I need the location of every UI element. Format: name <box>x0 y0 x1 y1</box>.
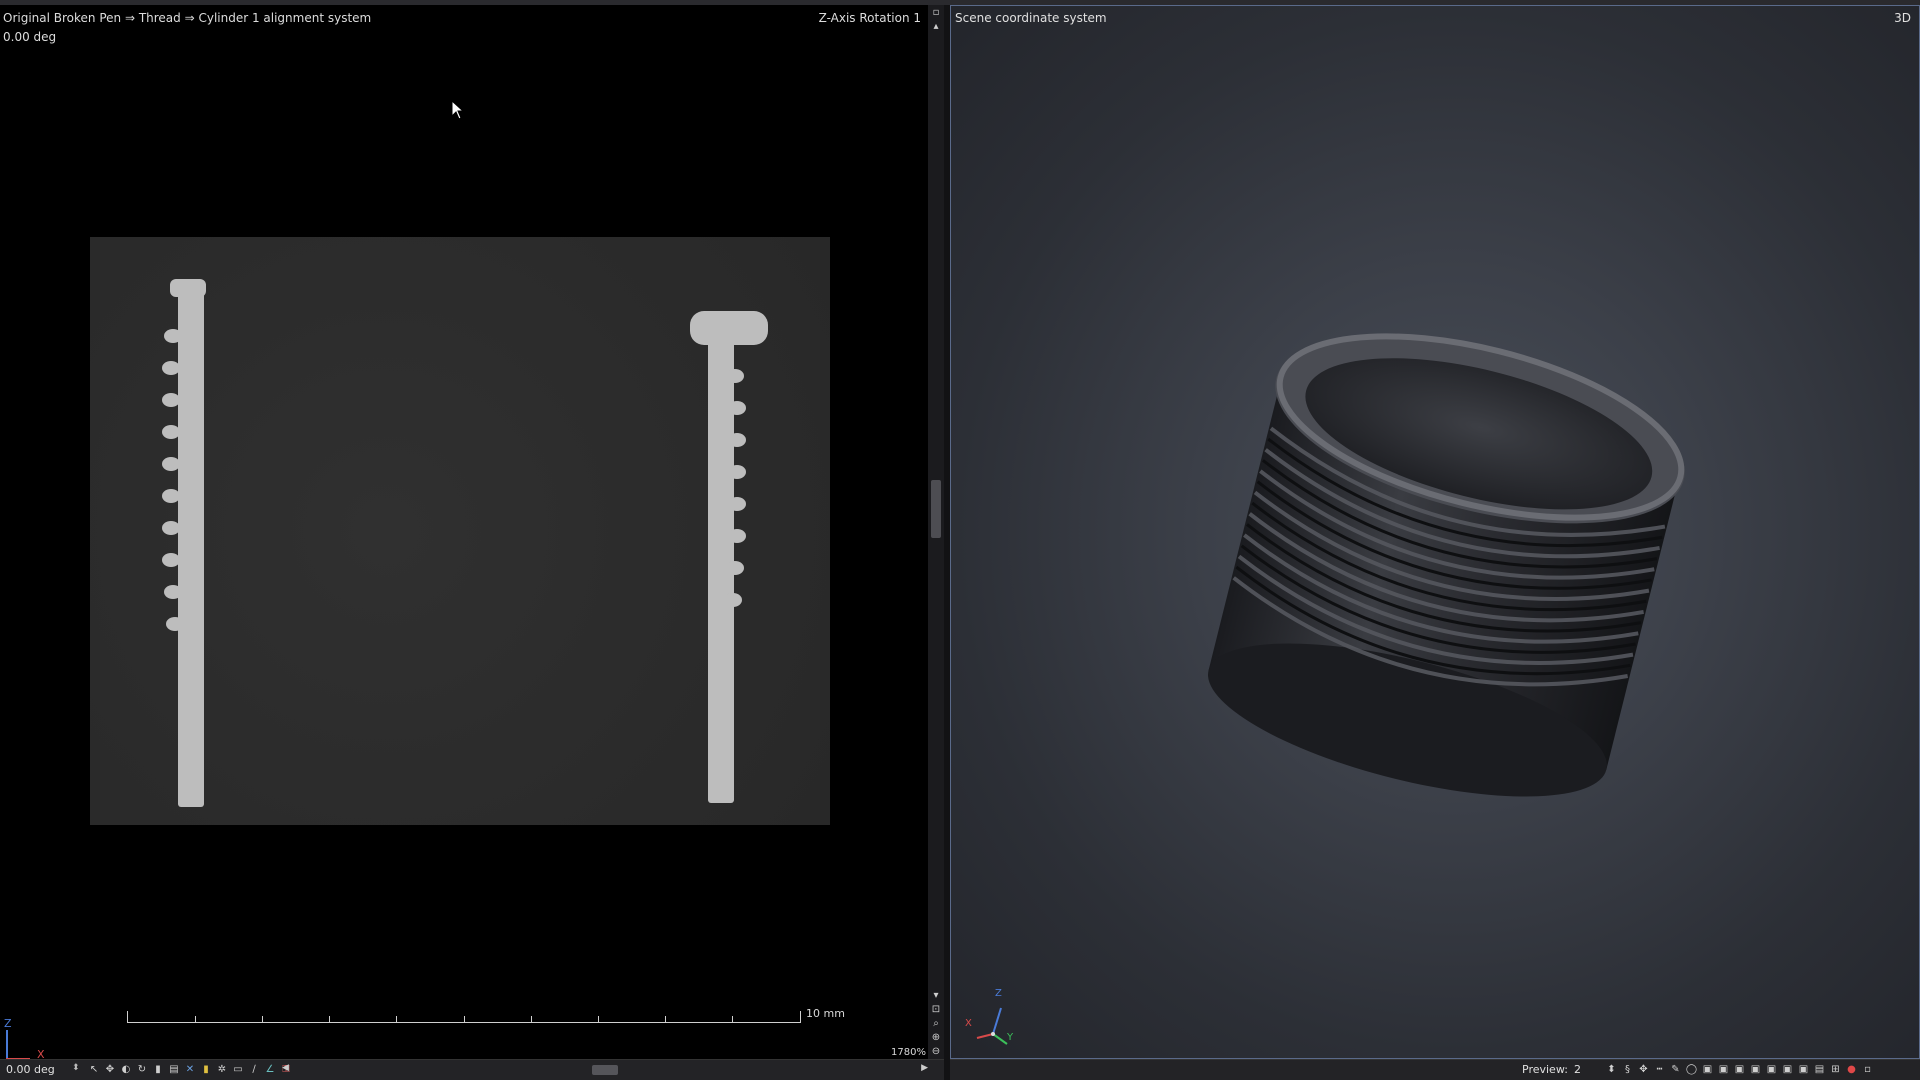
zoom-in-icon[interactable]: ⊕ <box>931 1033 941 1043</box>
axis-triad-y-label: Y <box>1007 1032 1014 1043</box>
left-wall-cap <box>170 279 206 297</box>
cube-bottom-icon[interactable]: ▣ <box>1781 1063 1794 1076</box>
right-thread-tooth <box>728 433 746 447</box>
zoom-icon[interactable]: ⌕ <box>931 1019 941 1029</box>
scene-tool-icons: ⬍ § ✥ ┅ ✎ ◯ ▣ ▣ ▣ ▣ ▣ ▣ ▣ ▤ ⊞ ● ▫ <box>1605 1063 1874 1076</box>
cube-top-icon[interactable]: ▣ <box>1765 1063 1778 1076</box>
select-icon[interactable]: ▮ <box>200 1063 212 1076</box>
right-thread-tooth <box>728 497 746 511</box>
left-wall-profile <box>178 285 204 807</box>
left-thread-tooth <box>162 521 180 535</box>
axis-triad-x-label: X <box>965 1018 972 1029</box>
rotate-icon[interactable]: ↻ <box>136 1063 148 1076</box>
angle-input[interactable]: 0.00 deg <box>6 1063 55 1076</box>
vertical-scroll-thumb[interactable] <box>931 480 941 538</box>
pointer-icon[interactable]: ↖ <box>88 1063 100 1076</box>
threaded-part-render[interactable] <box>951 6 1920 1060</box>
cube-front-icon[interactable]: ▣ <box>1701 1063 1714 1076</box>
line-icon[interactable]: ∕ <box>248 1063 260 1076</box>
ct-slice-image[interactable] <box>90 237 830 825</box>
axis-triad <box>976 1007 1008 1045</box>
grid-icon[interactable]: ⊞ <box>1829 1063 1842 1076</box>
slice-horizontal-scrollbar[interactable]: ◀ ▶ <box>282 1063 928 1077</box>
left-thread-tooth <box>162 553 180 567</box>
sphere-icon[interactable]: ◯ <box>1685 1063 1698 1076</box>
cube-back-icon[interactable]: ▣ <box>1717 1063 1730 1076</box>
cube-left-icon[interactable]: ▣ <box>1733 1063 1746 1076</box>
pan-icon[interactable]: ✥ <box>1637 1063 1650 1076</box>
pan-icon[interactable]: ✥ <box>104 1063 116 1076</box>
right-thread-tooth <box>724 593 742 607</box>
left-thread-tooth <box>164 329 182 343</box>
cube-right-icon[interactable]: ▣ <box>1749 1063 1762 1076</box>
maximize-icon[interactable]: ▫ <box>931 8 941 18</box>
right-thread-tooth <box>728 401 746 415</box>
layout-icon[interactable]: ▤ <box>1813 1063 1826 1076</box>
window-icon[interactable]: ▮ <box>152 1063 164 1076</box>
slice-view-pane[interactable]: Original Broken Pen ⇒ Thread ⇒ Cylinder … <box>0 5 926 1061</box>
scroll-up-icon[interactable]: ▴ <box>931 22 941 32</box>
right-wall-profile <box>708 315 734 803</box>
scroll-left-icon[interactable]: ◀ <box>282 1063 289 1073</box>
color-icon[interactable]: ✕ <box>184 1063 196 1076</box>
left-thread-tooth <box>162 393 180 407</box>
contrast-icon[interactable]: ◐ <box>120 1063 132 1076</box>
left-thread-tooth <box>164 585 182 599</box>
scroll-down-icon[interactable]: ▾ <box>931 991 941 1001</box>
angle-spinner-icon[interactable]: ⬍ <box>72 1063 80 1073</box>
axis-triad-z-label: Z <box>995 988 1002 999</box>
slice-view-label: Z-Axis Rotation 1 <box>818 11 921 25</box>
right-thread-tooth <box>728 465 746 479</box>
left-thread-tooth <box>162 425 180 439</box>
zoom-level: 1780% <box>891 1047 926 1058</box>
cube-iso-icon[interactable]: ▣ <box>1797 1063 1810 1076</box>
scene-toolbar: Preview: 2 ⬍ § ✥ ┅ ✎ ◯ ▣ ▣ ▣ ▣ ▣ ▣ ▣ ▤ ⊞… <box>950 1059 1920 1080</box>
record-icon[interactable]: ● <box>1845 1063 1858 1076</box>
settings-icon[interactable]: ✲ <box>216 1063 228 1076</box>
fit-view-icon[interactable]: ⊡ <box>931 1005 941 1015</box>
right-wall-cap <box>690 311 768 345</box>
slice-toolbar: 0.00 deg ⬍ ↖ ✥ ◐ ↻ ▮ ▤ ✕ ▮ ✲ ▭ ∕ ∠ ⚿ ◀ ▶ <box>0 1059 944 1080</box>
scale-bar <box>127 1011 801 1023</box>
slice-vertical-scrollbar[interactable]: ▫ ▴ ▾ ⊡ ⌕ ⊕ ⊖ <box>928 5 944 1059</box>
ruler-icon[interactable]: ┅ <box>1653 1063 1666 1076</box>
slice-tool-icons: ↖ ✥ ◐ ↻ ▮ ▤ ✕ ▮ ✲ ▭ ∕ ∠ ⚿ <box>88 1063 292 1076</box>
left-thread-tooth <box>162 457 180 471</box>
preview-label: Preview: <box>1522 1063 1568 1076</box>
measure-icon[interactable]: ▤ <box>168 1063 180 1076</box>
horizontal-scroll-thumb[interactable] <box>592 1065 618 1075</box>
scene-3d-pane[interactable]: Scene coordinate system 3D Z X Y <box>950 5 1920 1059</box>
slice-breadcrumb: Original Broken Pen ⇒ Thread ⇒ Cylinder … <box>3 11 372 25</box>
axis-z-line <box>6 1030 8 1060</box>
right-thread-tooth <box>728 529 746 543</box>
axis-z-label: Z <box>4 1017 12 1030</box>
scale-bar-label: 10 mm <box>806 1007 845 1020</box>
ruler-icon[interactable]: ▭ <box>232 1063 244 1076</box>
scroll-right-icon[interactable]: ▶ <box>921 1063 928 1073</box>
fullscreen-icon[interactable]: ▫ <box>1861 1063 1874 1076</box>
right-thread-tooth <box>726 369 744 383</box>
left-thread-tooth <box>162 489 180 503</box>
preview-level-input[interactable]: 2 <box>1574 1063 1581 1076</box>
sync-icon[interactable]: § <box>1621 1063 1634 1076</box>
zoom-out-icon[interactable]: ⊖ <box>931 1047 941 1057</box>
mouse-cursor-icon <box>451 100 465 120</box>
left-thread-tooth <box>166 617 184 631</box>
spin-icon[interactable]: ⬍ <box>1605 1063 1618 1076</box>
left-thread-tooth <box>162 361 180 375</box>
pen-icon[interactable]: ✎ <box>1669 1063 1682 1076</box>
angle-icon[interactable]: ∠ <box>264 1063 276 1076</box>
right-thread-tooth <box>726 561 744 575</box>
slice-angle-readout: 0.00 deg <box>3 30 57 44</box>
